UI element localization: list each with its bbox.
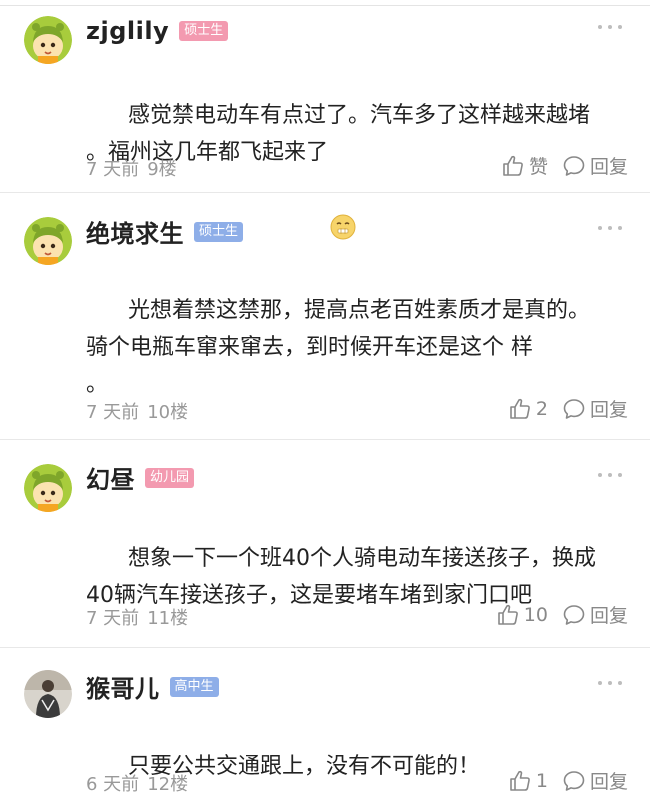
reply-button[interactable]: 回复 — [562, 767, 628, 794]
avatar[interactable] — [24, 464, 72, 512]
floor-number: 9楼 — [147, 159, 177, 180]
floor-number: 11楼 — [147, 608, 189, 629]
more-dots-icon[interactable] — [598, 678, 622, 688]
reply-label: 回复 — [589, 771, 628, 793]
speech-bubble-icon — [563, 155, 585, 176]
username[interactable]: 猴哥儿 — [86, 669, 160, 704]
comment-time: 7 天前 — [86, 608, 140, 629]
cartoon-avatar-icon — [24, 16, 72, 64]
comment-item: 幻昼 幼儿园 想象一下一个班40个人骑电动车接送孩子，换成 40辆汽车接送孩子，… — [0, 440, 650, 648]
like-button[interactable]: 1 — [508, 769, 548, 793]
like-count: 1 — [535, 769, 548, 792]
comment-item: zjglily 硕士生 感觉禁电动车有点过了。汽车多了这样越来越堵 。福州这几年… — [0, 6, 650, 240]
photo-avatar-icon — [24, 670, 72, 718]
like-button[interactable]: 2 — [508, 397, 548, 421]
speech-bubble-icon — [563, 770, 585, 791]
comment-text: 想象一下一个班40个人骑电动车接送孩子，换成 40辆汽车接送孩子，这是要堵车堵到… — [86, 546, 596, 608]
comment-item: 绝境求生 硕士生 光想着禁这禁那，提高点老百姓素质才是真的。 骑个电瓶车窜来窜去… — [0, 193, 650, 440]
like-count: 10 — [523, 603, 548, 626]
more-dots-icon[interactable] — [598, 223, 622, 233]
reply-button[interactable]: 回复 — [562, 395, 628, 422]
user-level-badge: 高中生 — [169, 676, 219, 697]
cartoon-avatar-icon — [24, 464, 72, 512]
more-dots-icon[interactable] — [598, 470, 622, 480]
comment-text: 光想着禁这禁那，提高点老百姓素质才是真的。 骑个电瓶车窜来窜去，到时候开车还是这… — [86, 298, 590, 397]
like-button[interactable]: 10 — [496, 603, 548, 627]
username[interactable]: zjglily — [86, 17, 169, 45]
comment-item: 猴哥儿 高中生 只要公共交通跟上，没有不可能的！ 6 天前 12楼 1 回复 — [0, 648, 650, 800]
more-dots-icon[interactable] — [598, 22, 622, 32]
thumbs-up-icon — [510, 398, 530, 419]
floor-number: 10楼 — [147, 402, 189, 423]
comment-time: 7 天前 — [86, 402, 140, 423]
comment-feed: zjglily 硕士生 感觉禁电动车有点过了。汽车多了这样越来越堵 。福州这几年… — [0, 0, 650, 800]
like-count: 2 — [535, 397, 548, 420]
reply-button[interactable]: 回复 — [562, 601, 628, 628]
avatar[interactable] — [24, 16, 72, 64]
user-level-badge: 幼儿园 — [145, 467, 195, 488]
cartoon-avatar-icon — [24, 217, 72, 265]
like-button[interactable]: 赞 — [501, 152, 548, 179]
thumbs-up-icon — [510, 770, 530, 791]
reply-button[interactable]: 回复 — [562, 152, 628, 179]
avatar[interactable] — [24, 217, 72, 265]
reply-label: 回复 — [589, 156, 628, 178]
thumbs-up-icon — [497, 604, 518, 625]
reply-label: 回复 — [589, 399, 628, 421]
like-label: 赞 — [528, 156, 548, 178]
username[interactable]: 幻昼 — [86, 460, 135, 495]
thumbs-up-icon — [503, 155, 523, 176]
comment-time: 6 天前 — [86, 774, 140, 795]
avatar[interactable] — [24, 670, 72, 718]
speech-bubble-icon — [563, 398, 585, 419]
comment-time: 7 天前 — [86, 159, 140, 180]
user-level-badge: 硕士生 — [179, 21, 229, 41]
floor-number: 12楼 — [147, 774, 189, 795]
username[interactable]: 绝境求生 — [86, 214, 184, 249]
sealed-mouth-emoji-icon — [330, 140, 356, 240]
reply-label: 回复 — [589, 605, 628, 627]
speech-bubble-icon — [563, 604, 585, 625]
user-level-badge: 硕士生 — [194, 221, 244, 242]
